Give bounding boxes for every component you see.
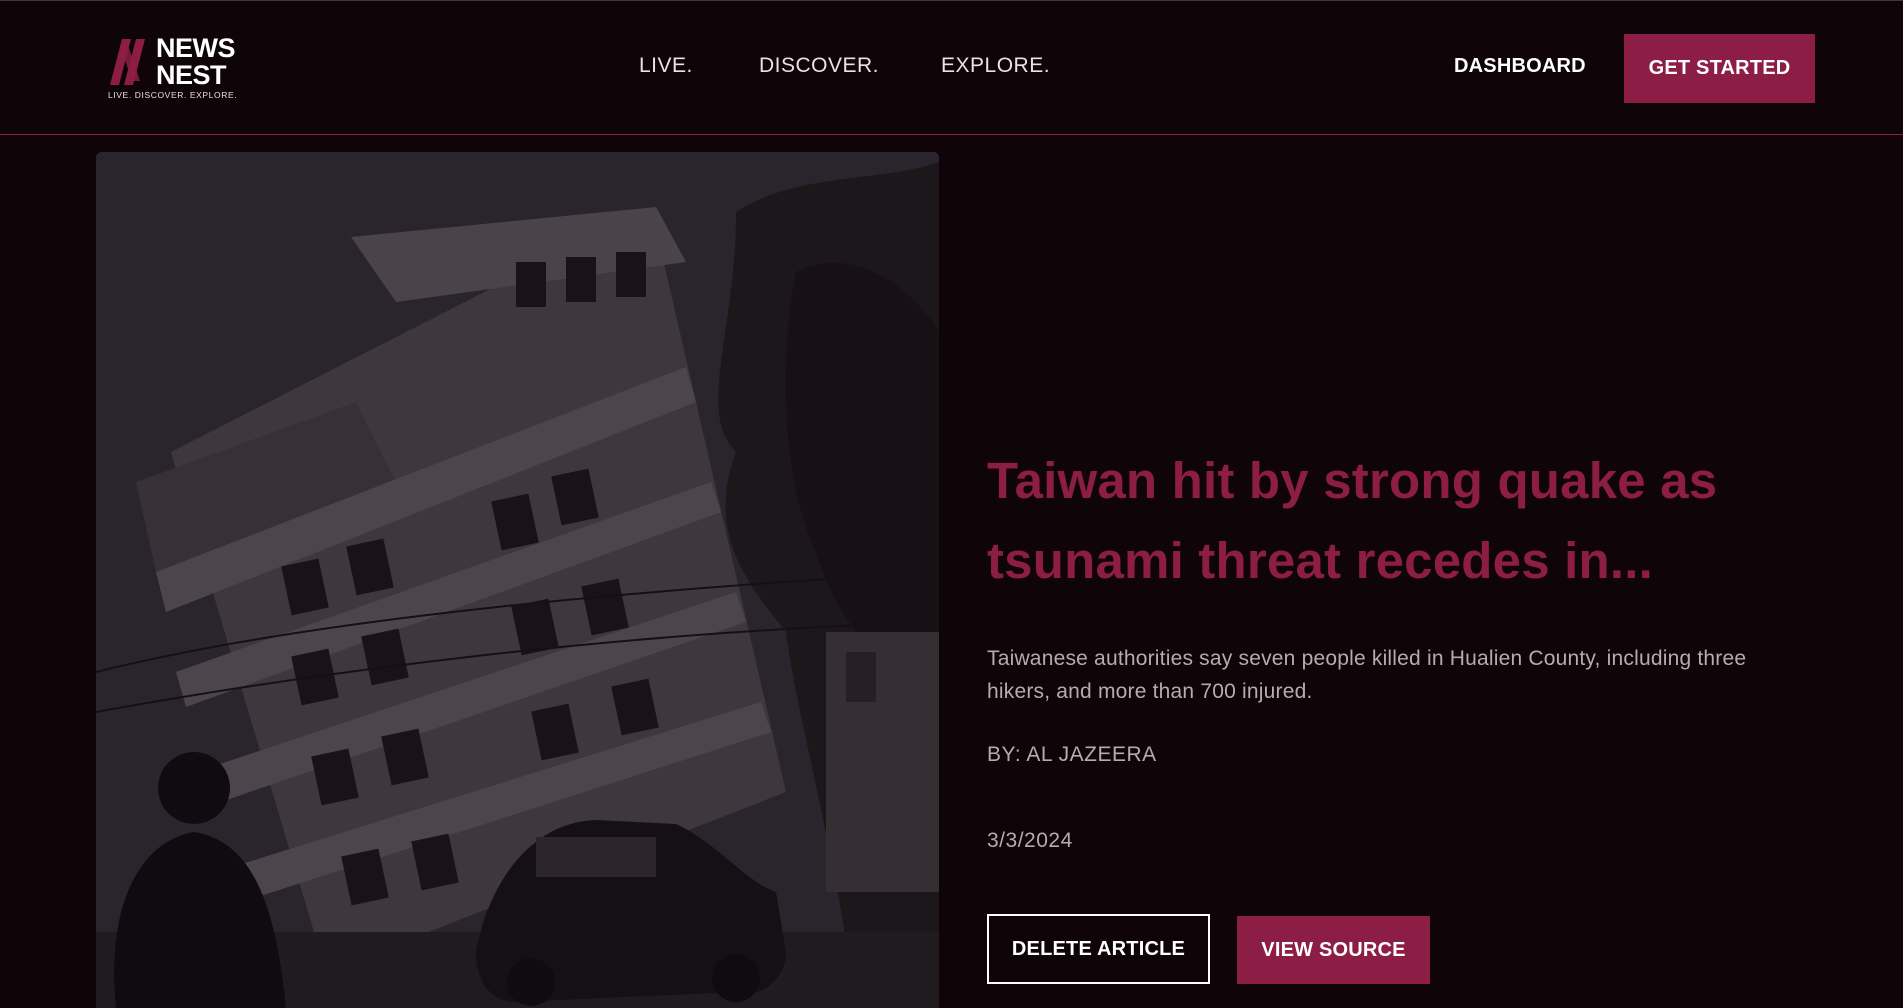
article-byline: BY: AL JAZEERA [987,743,1157,766]
dashboard-link[interactable]: DASHBOARD [1454,55,1586,78]
logo-tagline: LIVE. DISCOVER. EXPLORE. [108,90,238,100]
nav-discover[interactable]: DISCOVER. [759,54,879,78]
logo-mark-icon [110,39,145,85]
article-date: 3/3/2024 [987,829,1073,852]
logo-word-nest: NEST [156,60,227,90]
site-header: NEWS NEST LIVE. DISCOVER. EXPLORE. LIVE.… [0,1,1903,135]
get-started-button[interactable]: GET STARTED [1624,34,1815,103]
nav-live[interactable]: LIVE. [639,54,693,78]
article-image [96,152,939,1008]
logo-wordmark: NEWS NEST [156,33,236,90]
article-title: Taiwan hit by strong quake as tsunami th… [987,452,1718,590]
view-source-button[interactable]: VIEW SOURCE [1237,916,1430,984]
collapsed-building-photo-icon [96,152,939,1008]
article-description: Taiwanese authorities say seven people k… [987,647,1747,703]
delete-article-button[interactable]: DELETE ARTICLE [987,914,1210,984]
nav-explore[interactable]: EXPLORE. [941,54,1050,78]
logo-word-news: NEWS [156,33,236,63]
newsnest-logo[interactable]: NEWS NEST LIVE. DISCOVER. EXPLORE. [106,35,251,105]
